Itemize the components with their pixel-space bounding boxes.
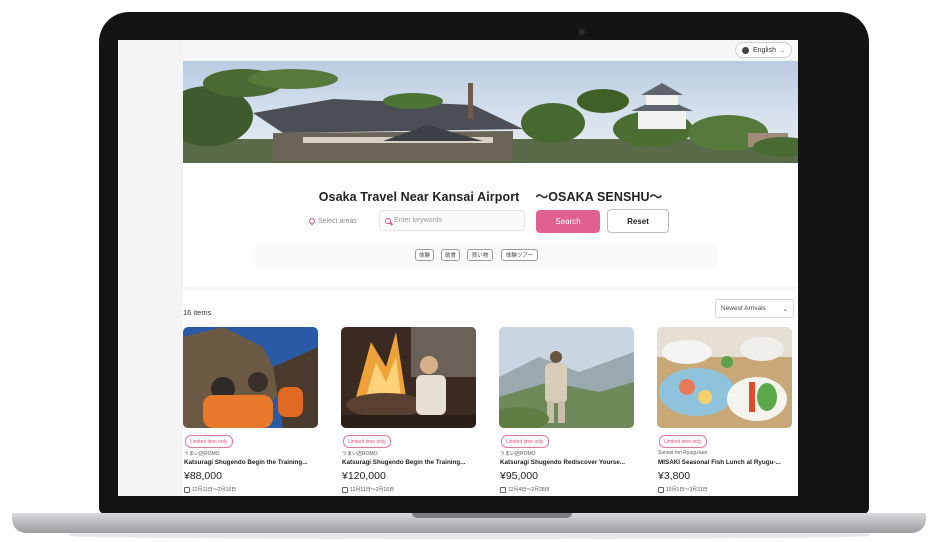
language-selector[interactable]: English ⌄: [735, 42, 792, 58]
category-tag[interactable]: 体験: [415, 249, 434, 261]
laptop-base: [12, 513, 926, 533]
laptop-notch: [412, 513, 572, 518]
product-card[interactable]: Limited time only Sunset Inn Ryugu-kan M…: [657, 327, 792, 496]
date-range: 10月1日〜3月31日: [658, 486, 708, 493]
laptop-shadow: [70, 533, 870, 539]
shop-name: うまい店ROMO: [184, 451, 220, 457]
sort-select[interactable]: Newest Arrivals ⌄: [715, 299, 794, 318]
product-card[interactable]: Limited time only うまい店ROMO Katsuragi Shu…: [499, 327, 634, 496]
search-panel: Osaka Travel Near Kansai Airport 〜OSAKA …: [183, 163, 798, 287]
date-text: 12月11日〜2月16日: [350, 487, 395, 493]
chevron-down-icon: ⌄: [782, 305, 788, 313]
limited-badge: Limited time only: [343, 435, 391, 448]
product-image[interactable]: [341, 327, 476, 428]
limited-badge: Limited time only: [185, 435, 233, 448]
hero-image: [183, 69, 798, 163]
calendar-icon: [342, 486, 348, 493]
product-price: ¥3,800: [658, 470, 691, 482]
limited-badge: Limited time only: [501, 435, 549, 448]
reset-button[interactable]: Reset: [607, 209, 669, 233]
product-image[interactable]: [657, 327, 792, 428]
product-price: ¥120,000: [342, 470, 386, 482]
area-select[interactable]: Select areas: [307, 211, 371, 231]
camera-icon: [579, 29, 585, 35]
product-price: ¥95,000: [500, 470, 538, 482]
date-text: 12月11日〜2月16日: [192, 487, 237, 493]
screen: English ⌄ Osaka Travel Near Kansai Airpo…: [118, 40, 798, 496]
date-range: 12月4日〜2月28日: [500, 486, 550, 493]
area-placeholder: Select areas: [318, 217, 357, 225]
top-bar: English ⌄: [183, 40, 798, 61]
category-tag[interactable]: 買い物: [467, 249, 493, 261]
date-text: 10月1日〜3月31日: [666, 487, 708, 493]
product-name[interactable]: Katsuragi Shugendo Rediscover Yourse...: [500, 459, 634, 466]
limited-badge: Limited time only: [659, 435, 707, 448]
shop-name: Sunset Inn Ryugu-kan: [658, 450, 708, 456]
product-image[interactable]: [183, 327, 318, 428]
calendar-icon: [658, 486, 664, 493]
page-title: Osaka Travel Near Kansai Airport 〜OSAKA …: [318, 190, 663, 204]
product-name[interactable]: Katsuragi Shugendo Begin the Training...: [342, 459, 476, 466]
product-card[interactable]: Limited time only うまい店ROMO Katsuragi Shu…: [341, 327, 476, 496]
date-text: 12月4日〜2月28日: [508, 487, 550, 493]
shop-name: うまい店ROMO: [342, 451, 378, 457]
side-gutter: [118, 40, 183, 496]
date-range: 12月11日〜2月16日: [342, 486, 394, 493]
category-tag[interactable]: 飲食: [441, 249, 460, 261]
sort-label: Newest Arrivals: [721, 305, 766, 312]
web-page: English ⌄ Osaka Travel Near Kansai Airpo…: [183, 40, 798, 496]
location-pin-icon: [307, 216, 317, 226]
language-label: English: [753, 46, 776, 54]
product-name[interactable]: Katsuragi Shugendo Begin the Training...: [184, 459, 318, 466]
globe-icon: [742, 46, 749, 54]
calendar-icon: [500, 486, 506, 493]
product-name[interactable]: MISAKI Seasonal Fish Lunch at Ryugu-...: [658, 459, 792, 466]
result-count: 16 items: [183, 308, 212, 317]
category-tag[interactable]: 体験ツアー: [501, 249, 538, 261]
search-icon: [385, 217, 391, 224]
hero-banner: [183, 61, 798, 163]
calendar-icon: [184, 486, 190, 493]
keyword-placeholder: Enter keywords: [394, 217, 443, 224]
product-image[interactable]: [499, 327, 634, 428]
product-card[interactable]: Limited time only うまい店ROMO Katsuragi Shu…: [183, 327, 318, 496]
search-button[interactable]: Search: [536, 210, 600, 233]
keyword-input[interactable]: Enter keywords: [379, 210, 525, 231]
chevron-down-icon: ⌄: [779, 47, 785, 54]
product-price: ¥88,000: [184, 470, 222, 482]
shop-name: うまい店ROMO: [500, 451, 536, 457]
date-range: 12月11日〜2月16日: [184, 486, 236, 493]
